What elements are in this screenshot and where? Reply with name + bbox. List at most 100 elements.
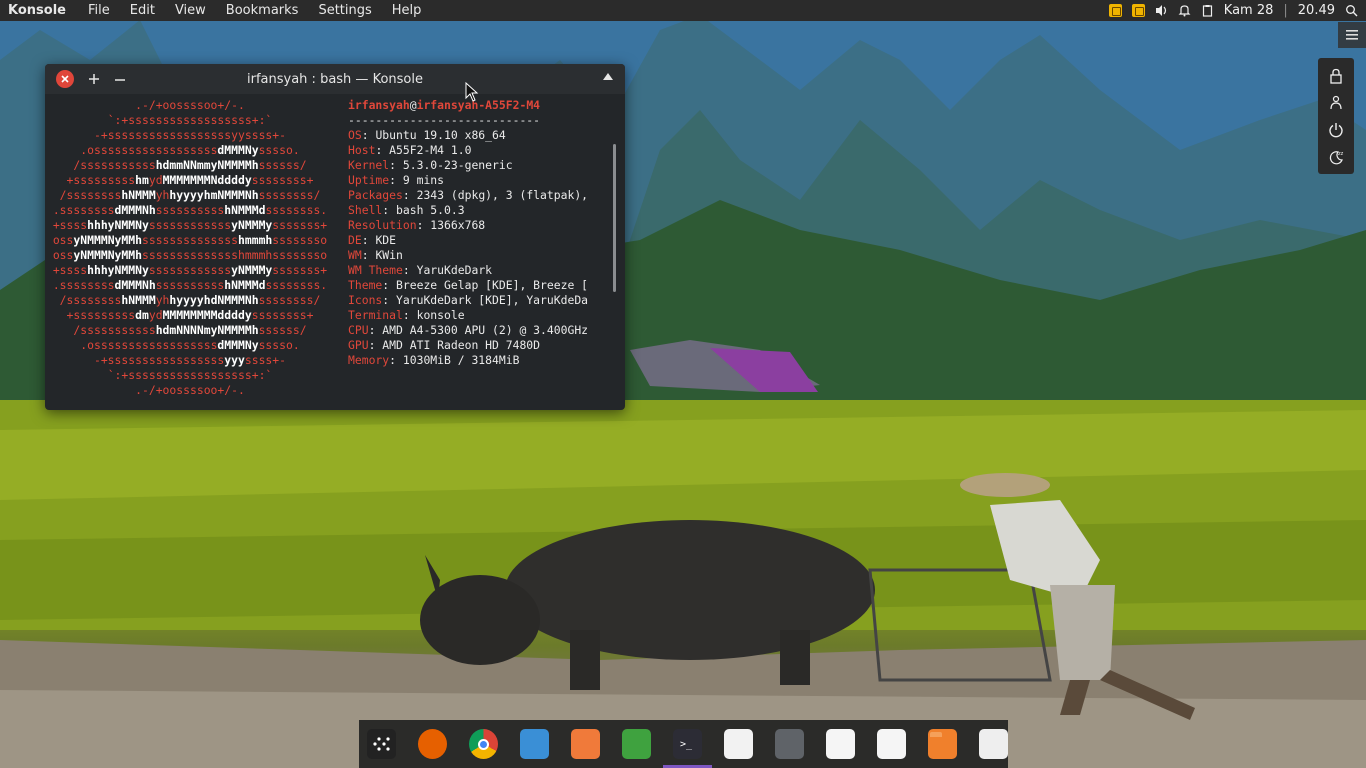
info-row: Packages: 2343 (dpkg), 3 (flatpak),: [348, 188, 610, 203]
info-colon: :: [402, 188, 417, 202]
volume-icon[interactable]: [1155, 4, 1168, 17]
svg-text:zz: zz: [1338, 151, 1344, 157]
info-colon: :: [368, 338, 383, 352]
info-row: WM Theme: YaruKdeDark: [348, 263, 610, 278]
logo-line: /ssssssssssshdmmNNmmyNMMMMhssssss/: [73, 158, 307, 172]
system-settings-icon[interactable]: [520, 729, 549, 759]
software-center-icon[interactable]: [571, 729, 600, 759]
info-value: YaruKdeDark [KDE], YaruKdeDa: [396, 293, 589, 307]
logo-line: /sssssssshNMMMyhhyyyyhdNMMMNhssssssss/: [59, 293, 321, 307]
info-colon: :: [382, 293, 397, 307]
svg-text:>_: >_: [680, 739, 693, 750]
menu-bookmarks[interactable]: Bookmarks: [216, 3, 309, 18]
files-icon[interactable]: [928, 729, 957, 759]
menu-view[interactable]: View: [165, 3, 216, 18]
info-row: GPU: AMD ATI Radeon HD 7480D: [348, 338, 610, 353]
logo-line: -+sssssssssssssssssyyyssss+-: [93, 353, 287, 367]
info-colon: :: [389, 173, 403, 187]
search-icon[interactable]: [1345, 4, 1358, 17]
lock-screen-button[interactable]: [1324, 64, 1348, 88]
power-icon: [1329, 122, 1343, 137]
firefox-icon[interactable]: [418, 729, 447, 759]
menu-settings[interactable]: Settings: [308, 3, 381, 18]
system-tray: Kam 28 | 20.49: [1108, 3, 1366, 18]
clock-date[interactable]: Kam 28: [1224, 3, 1274, 18]
switch-user-button[interactable]: [1324, 91, 1348, 115]
konsole-window[interactable]: irfansyah : bash — Konsole .-/+oossssoo+…: [45, 64, 625, 410]
menu-file[interactable]: File: [78, 3, 120, 18]
info-value: 2343 (dpkg), 3 (flatpak),: [416, 188, 589, 202]
ubuntu-ascii-logo: .-/+oossssoo+/-. `:+ssssssssssssssssss+:`…: [45, 98, 335, 398]
info-key: Shell: [348, 203, 383, 217]
logo-line: ossyNMMMNyMMhsssssssssssssshmmmhssssssso: [52, 233, 328, 247]
calculator-icon[interactable]: [775, 729, 804, 759]
info-key: DE: [348, 233, 362, 247]
chrome-icon[interactable]: [469, 729, 498, 759]
info-key: Resolution: [348, 218, 417, 232]
info-colon: :: [416, 218, 431, 232]
spreadsheet-icon[interactable]: [622, 729, 651, 759]
clipboard-icon[interactable]: [1201, 4, 1214, 17]
at-sign: @: [409, 98, 417, 112]
info-key: Uptime: [348, 173, 390, 187]
logo-line: +sssshhhyNMMNyssssssssssssyNMMMysssssss+: [52, 218, 328, 232]
session-widget: zz: [1318, 58, 1354, 174]
terminal-area[interactable]: .-/+oossssoo+/-. `:+ssssssssssssssssss+:`…: [45, 94, 625, 410]
logo-line: -+ssssssssssssssssssyyssss+-: [93, 128, 287, 142]
user-host-line: irfansyah@irfansyah-A55F2-M4: [348, 98, 610, 113]
info-value: 1030MiB / 3184MiB: [402, 353, 520, 367]
info-colon: :: [361, 233, 376, 247]
info-row: Icons: YaruKdeDark [KDE], YaruKdeDa: [348, 293, 610, 308]
info-value: Ubuntu 19.10 x86_64: [375, 128, 506, 142]
active-app-name[interactable]: Konsole: [0, 3, 78, 18]
info-key: Host: [348, 143, 376, 157]
info-colon: :: [368, 323, 383, 337]
menu-edit[interactable]: Edit: [120, 3, 165, 18]
neofetch-info: irfansyah@irfansyah-A55F2-M4 -----------…: [348, 98, 610, 368]
inkscape-icon[interactable]: [724, 729, 753, 759]
sleep-button[interactable]: zz: [1324, 145, 1348, 169]
logo-line: .-/+oossssoo+/-.: [135, 383, 245, 397]
info-colon: :: [361, 128, 376, 142]
clock-time[interactable]: 20.49: [1298, 3, 1335, 18]
info-colon: :: [402, 308, 417, 322]
blank-app-icon[interactable]: [979, 729, 1008, 759]
info-row: OS: Ubuntu 19.10 x86_64: [348, 128, 610, 143]
logo-line: /ssssssssssshdmNNNNmyNMMMMhssssss/: [73, 323, 307, 337]
info-key: Memory: [348, 353, 390, 367]
notification-icon[interactable]: [1178, 4, 1191, 17]
info-key: OS: [348, 128, 362, 142]
info-key: Packages: [348, 188, 403, 202]
separator-line: ----------------------------: [348, 113, 541, 127]
shade-up-icon[interactable]: [603, 73, 613, 80]
info-row: Host: A55F2-M4 1.0: [348, 143, 610, 158]
sleep-icon: zz: [1329, 151, 1344, 164]
hamburger-icon: [1346, 30, 1358, 40]
info-key: CPU: [348, 323, 369, 337]
logo-line: +sssssssssdmydMMMMMMMMddddyssssssss+: [66, 308, 314, 322]
yellow-app-icon[interactable]: [1131, 4, 1145, 17]
window-title: irfansyah : bash — Konsole: [247, 72, 423, 87]
info-colon: :: [375, 143, 390, 157]
logo-line: +ssssssssshmydMMMMMMMNddddyssssssss+: [66, 173, 314, 187]
shutdown-button[interactable]: [1324, 118, 1348, 142]
info-colon: :: [361, 248, 376, 262]
window-titlebar[interactable]: irfansyah : bash — Konsole: [45, 64, 625, 94]
logo-line: +sssshhhyNMMNyssssssssssssyNMMMysssssss+: [52, 263, 328, 277]
info-colon: :: [389, 158, 403, 172]
info-row: Theme: Breeze Gelap [KDE], Breeze [: [348, 278, 610, 293]
info-row: Resolution: 1366x768: [348, 218, 610, 233]
info-value: KWin: [375, 248, 403, 262]
konsole-icon[interactable]: >_: [663, 729, 712, 768]
hamburger-menu-button[interactable]: [1338, 22, 1366, 48]
info-colon: :: [382, 278, 397, 292]
gimp-icon[interactable]: [877, 729, 906, 759]
text-editor-icon[interactable]: [826, 729, 855, 759]
logo-line: .ossssssssssssssssssdMMMNysssso.: [80, 338, 300, 352]
menu-help[interactable]: Help: [382, 3, 432, 18]
info-row: Shell: bash 5.0.3: [348, 203, 610, 218]
info-key: Icons: [348, 293, 383, 307]
yellow-app-icon[interactable]: [1108, 4, 1122, 17]
terminal-scrollbar[interactable]: [613, 144, 616, 292]
launcher-icon[interactable]: [367, 729, 396, 759]
